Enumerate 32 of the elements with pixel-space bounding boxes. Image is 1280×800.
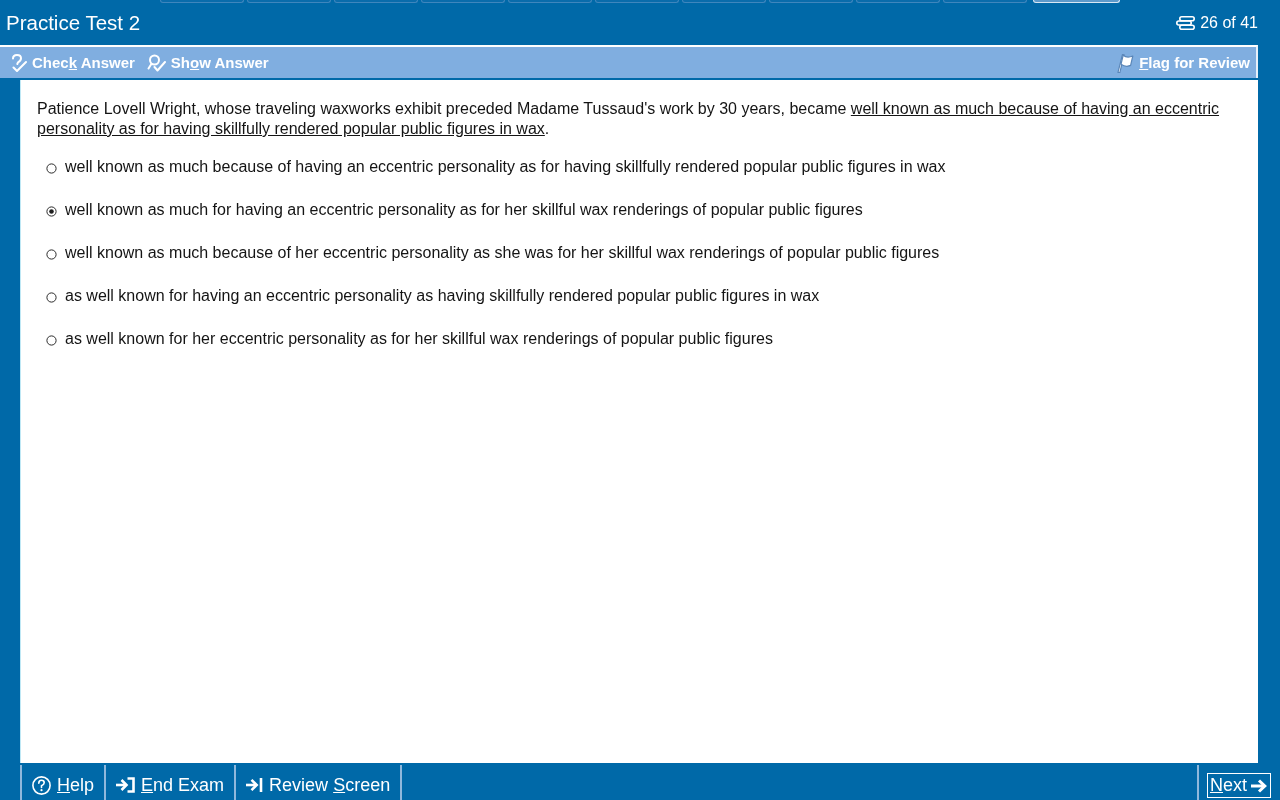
- magnifier-check-icon: [146, 53, 166, 72]
- question-check-icon: [10, 53, 27, 72]
- window-title: Practice Test 2: [6, 11, 141, 35]
- tab[interactable]: [334, 0, 418, 3]
- flag-icon: [1116, 52, 1135, 73]
- tab[interactable]: [421, 0, 505, 3]
- radio-button[interactable]: [46, 335, 57, 346]
- tab[interactable]: [160, 0, 244, 3]
- next-button[interactable]: Next: [1207, 773, 1271, 798]
- option-text: well known as much because of having an eccentric personality as for having skillfully rendered popular public figures in wax: [65, 157, 946, 177]
- tab[interactable]: [769, 0, 853, 3]
- question-counter: 26 of 41: [1200, 14, 1258, 32]
- help-icon: [32, 775, 51, 795]
- option-text: well known as much for having an eccentric personality as for her skillful wax renderings of popular public figures: [65, 200, 863, 220]
- radio-button[interactable]: [46, 206, 57, 217]
- tab[interactable]: [247, 0, 331, 3]
- tab[interactable]: [856, 0, 940, 3]
- arrow-into-bracket-icon: [116, 777, 136, 793]
- arrow-right-icon: [1251, 777, 1268, 794]
- radio-button[interactable]: [46, 292, 57, 303]
- radio-button[interactable]: [46, 249, 57, 260]
- tab[interactable]: [508, 0, 592, 3]
- option-text: well known as much because of her eccentric personality as she was for her skillful wax renderings of popular public figures: [65, 243, 940, 263]
- tab[interactable]: [943, 0, 1027, 3]
- option-text: as well known for having an eccentric personality as having skillfully rendered popular public figures in wax: [65, 286, 820, 306]
- option-text: as well known for her eccentric personality as for her skillful wax renderings of popular public figures: [65, 329, 773, 349]
- radio-button[interactable]: [46, 163, 57, 174]
- question-text: Patience Lovell Wright, whose traveling waxworks exhibit preceded Madame Tussaud's work by 30 years, became well known as much because of having an eccentric personality as for having skillfully rendered popular public figures in wax.: [37, 99, 1221, 139]
- tab[interactable]: [682, 0, 766, 3]
- review-screen-button[interactable]: Review Screen: [234, 765, 403, 800]
- tab[interactable]: [595, 0, 679, 3]
- stack-icon: [1176, 16, 1196, 30]
